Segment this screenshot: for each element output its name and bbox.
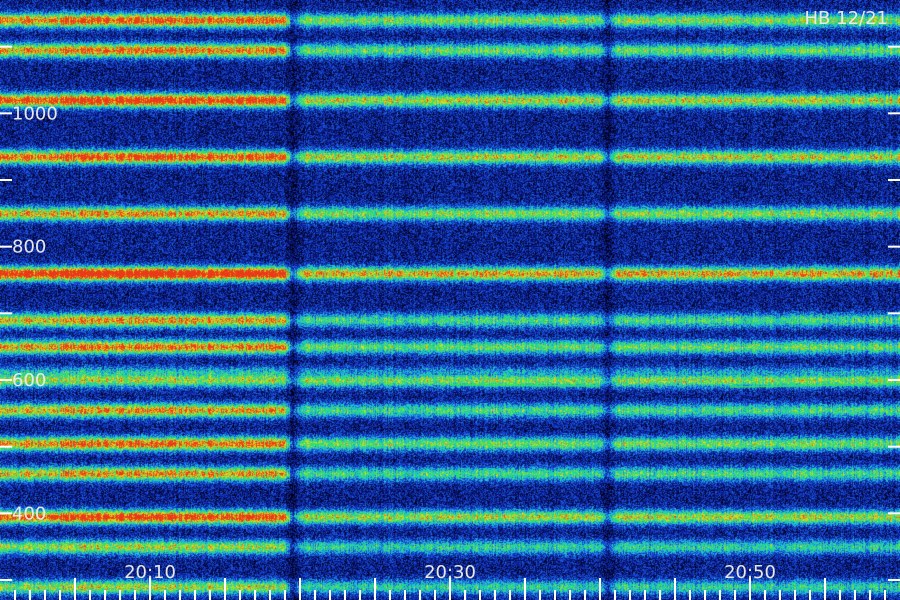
x-tick-label: 20:10 xyxy=(124,562,176,583)
y-axis-right-ticks xyxy=(888,45,900,581)
y-axis-tick-labels: 400 600 800 1000 xyxy=(12,103,58,524)
y-axis-left-ticks xyxy=(0,45,12,581)
y-tick-label: 1000 xyxy=(12,103,58,124)
x-axis-tick-labels: 20:10 20:30 20:50 xyxy=(124,562,776,583)
x-tick-label: 20:30 xyxy=(424,562,476,583)
y-tick-label: 600 xyxy=(12,370,46,391)
y-tick-label: 800 xyxy=(12,237,46,258)
y-tick-label: 400 xyxy=(12,503,46,524)
x-tick-label: 20:50 xyxy=(724,562,776,583)
station-annotation: HB 12/21 xyxy=(805,8,888,29)
chart-overlay: 400 600 800 1000 20:10 20:30 20:50 HB 12/21 xyxy=(0,8,900,600)
